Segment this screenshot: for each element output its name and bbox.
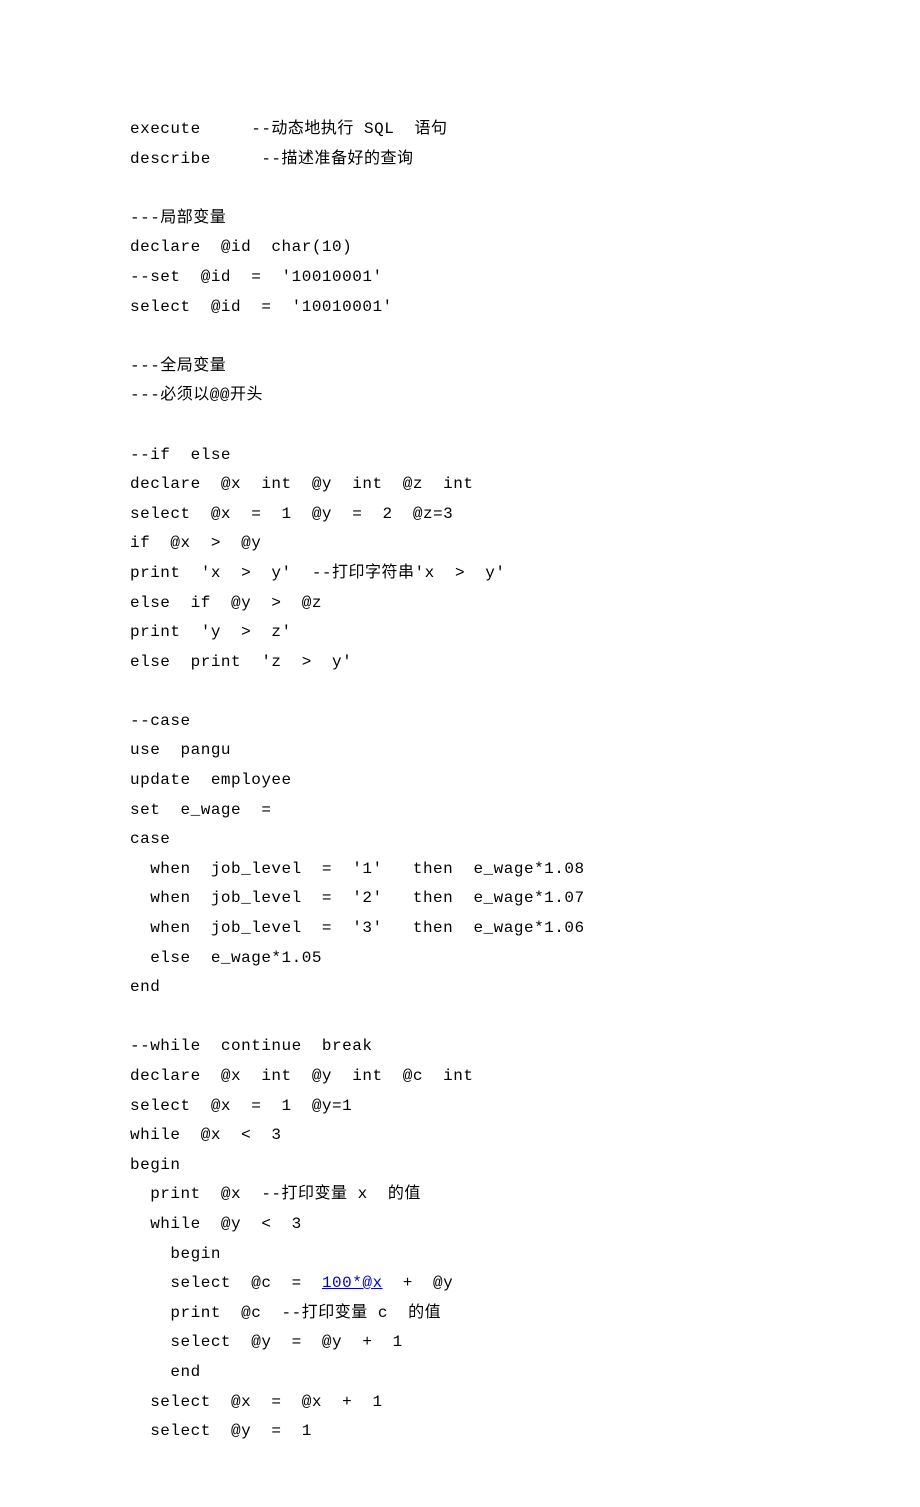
code-text: describe --描述准备好的查询 xyxy=(130,150,414,168)
code-text: + @y xyxy=(383,1274,454,1292)
code-text: end xyxy=(130,1363,201,1381)
code-text: while @x < 3 xyxy=(130,1126,282,1144)
code-text: select @c = xyxy=(130,1274,322,1292)
code-line: ---局部变量 xyxy=(130,204,790,234)
code-line: else print 'z > y' xyxy=(130,648,790,678)
code-line: begin xyxy=(130,1151,790,1181)
code-text: declare @x int @y int @z int xyxy=(130,475,473,493)
code-line: when job_level = '1' then e_wage*1.08 xyxy=(130,855,790,885)
code-text: update employee xyxy=(130,771,292,789)
code-text: select @id = '10010001' xyxy=(130,298,393,316)
code-line: declare @id char(10) xyxy=(130,233,790,263)
code-text: print @c --打印变量 c 的值 xyxy=(130,1304,441,1322)
code-line: --set @id = '10010001' xyxy=(130,263,790,293)
code-text: ---局部变量 xyxy=(130,209,226,227)
code-text: ---全局变量 xyxy=(130,357,226,375)
code-line: while @x < 3 xyxy=(130,1121,790,1151)
code-text: when job_level = '2' then e_wage*1.07 xyxy=(130,889,585,907)
code-text: ---必须以@@开头 xyxy=(130,386,263,404)
code-text: select @x = 1 @y = 2 @z=3 xyxy=(130,505,453,523)
code-text: --while continue break xyxy=(130,1037,372,1055)
code-line: print 'y > z' xyxy=(130,618,790,648)
code-text: --case xyxy=(130,712,191,730)
code-text: select @y = 1 xyxy=(130,1422,312,1440)
code-line: use pangu xyxy=(130,736,790,766)
code-text: set e_wage = xyxy=(130,801,271,819)
code-line: select @x = @x + 1 xyxy=(130,1388,790,1418)
code-line: else if @y > @z xyxy=(130,589,790,619)
code-line: ---必须以@@开头 xyxy=(130,381,790,411)
code-text: while @y < 3 xyxy=(130,1215,302,1233)
code-line: when job_level = '3' then e_wage*1.06 xyxy=(130,914,790,944)
code-text: if @x > @y xyxy=(130,534,261,552)
code-text: print 'y > z' xyxy=(130,623,292,641)
code-text: end xyxy=(130,978,160,996)
code-line: case xyxy=(130,825,790,855)
code-text: declare @x int @y int @c int xyxy=(130,1067,473,1085)
code-text xyxy=(130,682,140,700)
code-text: else e_wage*1.05 xyxy=(130,949,322,967)
code-text: print 'x > y' --打印字符串'x > y' xyxy=(130,564,505,582)
code-line xyxy=(130,411,790,441)
code-line: else e_wage*1.05 xyxy=(130,944,790,974)
code-text: case xyxy=(130,830,170,848)
code-line: update employee xyxy=(130,766,790,796)
code-line xyxy=(130,1003,790,1033)
code-line xyxy=(130,677,790,707)
code-line: describe --描述准备好的查询 xyxy=(130,145,790,175)
code-line: select @x = 1 @y=1 xyxy=(130,1092,790,1122)
code-line: print 'x > y' --打印字符串'x > y' xyxy=(130,559,790,589)
code-text: when job_level = '1' then e_wage*1.08 xyxy=(130,860,585,878)
code-line: when job_level = '2' then e_wage*1.07 xyxy=(130,884,790,914)
code-line: execute --动态地执行 SQL 语句 xyxy=(130,115,790,145)
code-line: while @y < 3 xyxy=(130,1210,790,1240)
code-text xyxy=(130,179,140,197)
code-line: end xyxy=(130,973,790,1003)
code-line: --case xyxy=(130,707,790,737)
code-line: select @id = '10010001' xyxy=(130,293,790,323)
code-line: select @c = 100*@x + @y xyxy=(130,1269,790,1299)
code-line: print @c --打印变量 c 的值 xyxy=(130,1299,790,1329)
code-text: execute --动态地执行 SQL 语句 xyxy=(130,120,448,138)
code-text: print @x --打印变量 x 的值 xyxy=(130,1185,421,1203)
code-line: --while continue break xyxy=(130,1032,790,1062)
code-line xyxy=(130,174,790,204)
code-line: begin xyxy=(130,1240,790,1270)
code-text: --if else xyxy=(130,446,231,464)
code-line: if @x > @y xyxy=(130,529,790,559)
code-text: begin xyxy=(130,1156,181,1174)
code-text: declare @id char(10) xyxy=(130,238,352,256)
code-text: use pangu xyxy=(130,741,231,759)
code-text: --set @id = '10010001' xyxy=(130,268,383,286)
code-text: begin xyxy=(130,1245,221,1263)
code-line: ---全局变量 xyxy=(130,352,790,382)
code-text xyxy=(130,1008,140,1026)
code-line: set e_wage = xyxy=(130,796,790,826)
code-line: --if else xyxy=(130,441,790,471)
code-line: declare @x int @y int @c int xyxy=(130,1062,790,1092)
code-line xyxy=(130,322,790,352)
code-line: end xyxy=(130,1358,790,1388)
code-text: select @x = 1 @y=1 xyxy=(130,1097,352,1115)
code-block: execute --动态地执行 SQL 语句 describe --描述准备好的查… xyxy=(130,115,790,1447)
code-text xyxy=(130,416,140,434)
code-line: select @y = @y + 1 xyxy=(130,1328,790,1358)
code-text: select @x = @x + 1 xyxy=(130,1393,383,1411)
code-line: print @x --打印变量 x 的值 xyxy=(130,1180,790,1210)
code-text xyxy=(130,327,140,345)
code-text: else if @y > @z xyxy=(130,594,322,612)
code-text: else print 'z > y' xyxy=(130,653,352,671)
code-text: when job_level = '3' then e_wage*1.06 xyxy=(130,919,585,937)
code-line: select @y = 1 xyxy=(130,1417,790,1447)
document-page: execute --动态地执行 SQL 语句 describe --描述准备好的查… xyxy=(0,0,920,1507)
code-link[interactable]: 100*@x xyxy=(322,1274,383,1292)
code-line: select @x = 1 @y = 2 @z=3 xyxy=(130,500,790,530)
code-text: select @y = @y + 1 xyxy=(130,1333,403,1351)
code-line: declare @x int @y int @z int xyxy=(130,470,790,500)
